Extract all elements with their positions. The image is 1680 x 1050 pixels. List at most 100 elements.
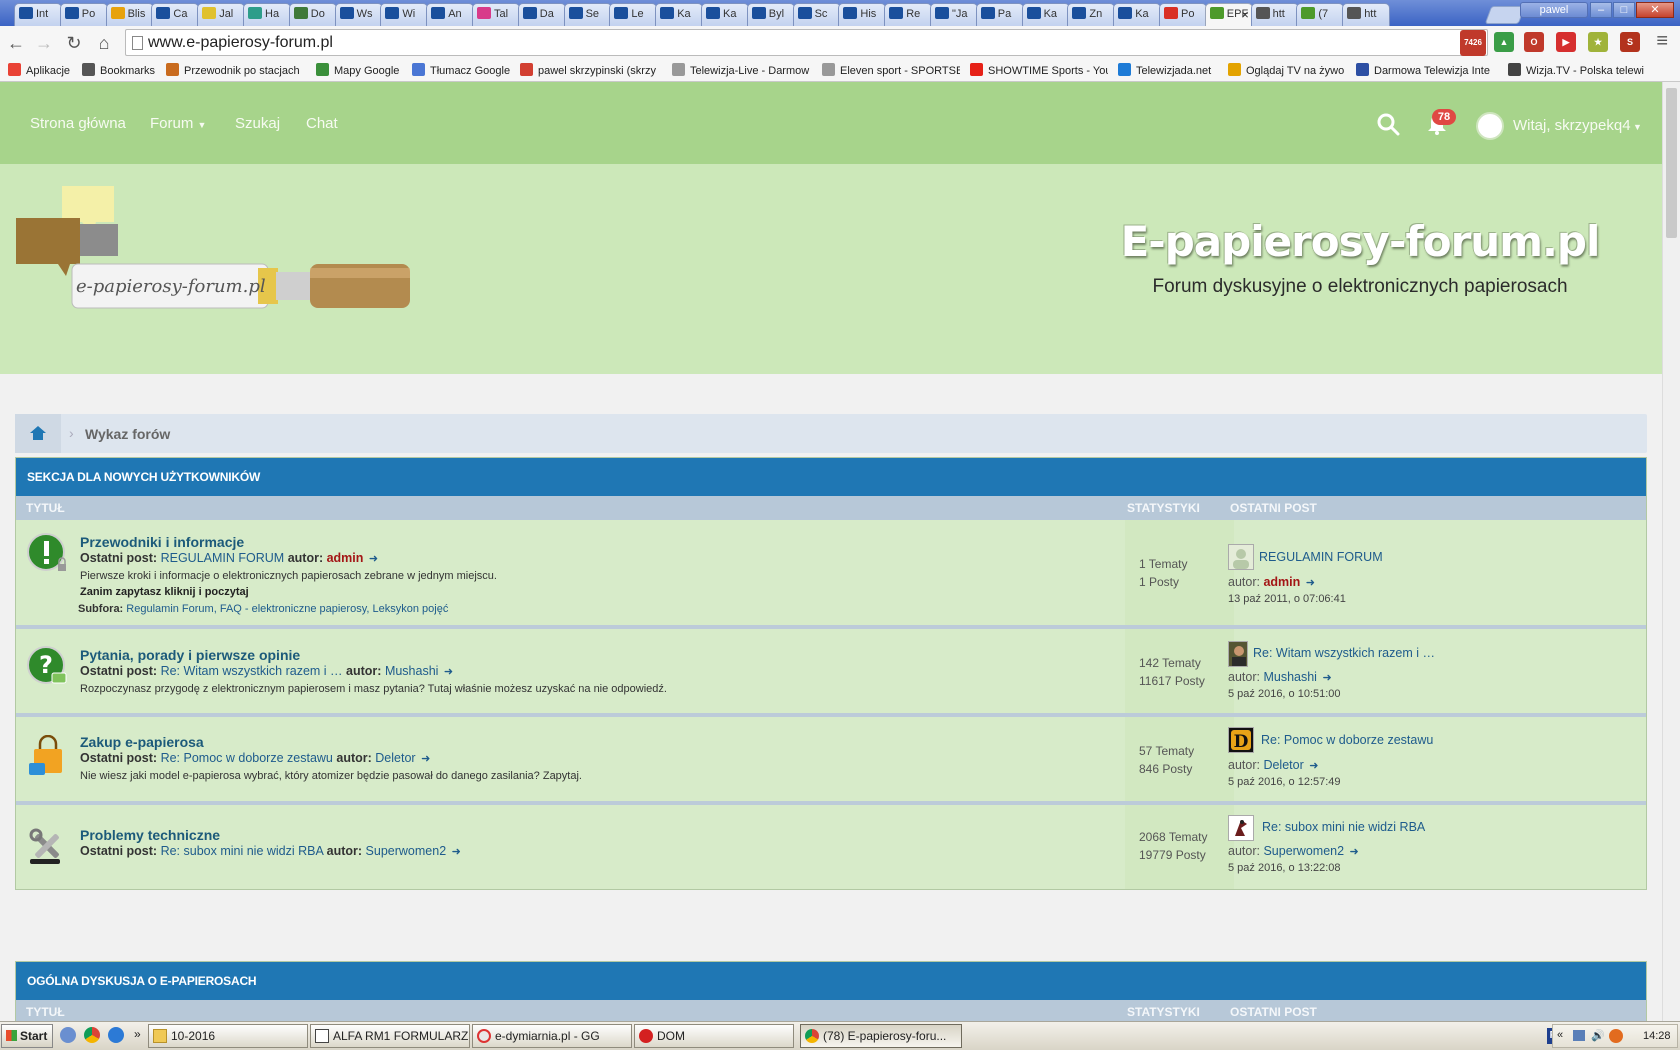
- category-title[interactable]: OGÓLNA DYSKUSJA O E-PAPIEROSACH: [16, 962, 1646, 1000]
- browser-tab[interactable]: Ka: [701, 3, 749, 26]
- close-window-button[interactable]: ✕: [1636, 2, 1674, 18]
- back-icon[interactable]: ←: [4, 32, 28, 54]
- nav-home-link[interactable]: Strona główna: [30, 115, 126, 132]
- last-post-link[interactable]: Re: Pomoc w doborze zestawu: [161, 751, 333, 765]
- browser-tab[interactable]: Po: [59, 3, 108, 26]
- last-post-link[interactable]: Re: Witam wszystkich razem i …: [161, 664, 343, 678]
- last-post-avatar[interactable]: D: [1228, 727, 1254, 753]
- browser-tab[interactable]: Ca: [151, 3, 200, 26]
- bookmark-item[interactable]: Darmowa Telewizja Inte: [1356, 63, 1496, 79]
- browser-tab[interactable]: Ka: [1113, 3, 1162, 26]
- last-post-link[interactable]: Re: subox mini nie widzi RBA: [161, 844, 324, 858]
- task-button[interactable]: 10-2016: [148, 1024, 308, 1048]
- chevron-right-icon[interactable]: »: [134, 1027, 141, 1041]
- puzzle-extension-icon[interactable]: ★: [1588, 32, 1608, 52]
- forum-title-link[interactable]: Zakup e-papierosa: [80, 734, 204, 750]
- browser-tab[interactable]: Jal: [197, 3, 246, 26]
- browser-tab[interactable]: Le: [609, 3, 658, 26]
- page-scrollbar[interactable]: [1662, 82, 1680, 1021]
- subforum-link[interactable]: Leksykon pojęć: [373, 603, 449, 615]
- forum-title-link[interactable]: Problemy techniczne: [80, 827, 220, 843]
- browser-tab[interactable]: Sc: [792, 3, 841, 26]
- browser-tab[interactable]: "Ja: [930, 3, 978, 26]
- browser-tab[interactable]: Re: [884, 3, 933, 26]
- user-avatar[interactable]: [1476, 112, 1504, 140]
- last-post-avatar[interactable]: [1228, 815, 1254, 841]
- browser-tab[interactable]: Se: [563, 3, 612, 26]
- browser-tab[interactable]: Ka: [655, 3, 704, 26]
- bookmark-item[interactable]: SHOWTIME Sports - You: [970, 63, 1108, 79]
- last-post-title-link[interactable]: Re: subox mini nie widzi RBA: [1262, 820, 1425, 834]
- last-post-title-link[interactable]: Re: Witam wszystkich razem i …: [1253, 646, 1435, 660]
- s-extension-icon[interactable]: S: [1620, 32, 1640, 52]
- subforum-link[interactable]: FAQ - elektroniczne papierosy: [220, 603, 367, 615]
- tab-close-icon[interactable]: ×: [1241, 4, 1249, 25]
- start-button[interactable]: Start: [1, 1024, 53, 1048]
- browser-tab[interactable]: Int: [14, 3, 62, 26]
- url-input[interactable]: [148, 32, 1448, 53]
- last-post-title-link[interactable]: REGULAMIN FORUM: [1259, 550, 1383, 564]
- browser-tab[interactable]: Do: [288, 3, 337, 26]
- bookmark-item[interactable]: Mapy Google: [316, 63, 406, 79]
- bookmark-item[interactable]: Tłumacz Google: [412, 63, 512, 79]
- nav-search-link[interactable]: Szukaj: [235, 115, 280, 132]
- site-logo[interactable]: e-papierosy-forum.pl: [14, 184, 444, 344]
- bookmark-item[interactable]: Bookmarks: [82, 63, 158, 79]
- goto-post-icon[interactable]: ➜: [444, 665, 453, 678]
- last-post-link[interactable]: REGULAMIN FORUM: [161, 551, 285, 565]
- security-icon[interactable]: [1609, 1029, 1623, 1043]
- goto-post-icon[interactable]: ➜: [421, 752, 430, 765]
- video-extension-icon[interactable]: ▶: [1556, 32, 1576, 52]
- category-title[interactable]: SEKCJA DLA NOWYCH UŻYTKOWNIKÓW: [16, 458, 1646, 496]
- goto-post-icon[interactable]: ➜: [1350, 845, 1359, 858]
- task-button[interactable]: e-dymiarnia.pl - GG: [472, 1024, 632, 1048]
- forward-icon[interactable]: →: [32, 32, 56, 54]
- browser-tab[interactable]: htt: [1250, 3, 1299, 26]
- bookmark-item[interactable]: Telewizja-Live - Darmow: [672, 63, 810, 79]
- browser-tab[interactable]: An: [426, 3, 475, 26]
- bookmark-item[interactable]: Eleven sport - SPORTSB: [822, 63, 960, 79]
- author-link[interactable]: admin: [327, 551, 364, 565]
- search-icon[interactable]: [1376, 112, 1400, 136]
- last-post-avatar[interactable]: [1228, 641, 1248, 667]
- browser-tab[interactable]: Blis: [105, 3, 154, 26]
- network-icon[interactable]: [1573, 1030, 1585, 1041]
- address-bar[interactable]: ☆: [125, 29, 1488, 56]
- browser-menu-icon[interactable]: ≡: [1656, 30, 1668, 53]
- last-post-author-link[interactable]: Superwomen2: [1263, 844, 1344, 858]
- forum-title-link[interactable]: Przewodniki i informacje: [80, 534, 244, 550]
- volume-icon[interactable]: 🔊: [1591, 1029, 1605, 1042]
- forum-title-link[interactable]: Pytania, porady i pierwsze opinie: [80, 647, 300, 663]
- task-button[interactable]: ALFA RM1 FORMULARZ ...: [310, 1024, 470, 1048]
- browser-tab[interactable]: His: [838, 3, 887, 26]
- task-button[interactable]: DOM: [634, 1024, 794, 1048]
- bookmark-item[interactable]: Aplikacje: [8, 63, 74, 79]
- last-post-author-link[interactable]: Deletor: [1263, 758, 1303, 772]
- ie-quicklaunch-icon[interactable]: [108, 1027, 124, 1043]
- goto-post-icon[interactable]: ➜: [452, 845, 461, 858]
- last-post-author-link[interactable]: admin: [1263, 575, 1300, 589]
- browser-tab[interactable]: Wi: [380, 3, 429, 26]
- browser-tab[interactable]: Ha: [243, 3, 291, 26]
- chrome-quicklaunch-icon[interactable]: [84, 1027, 100, 1043]
- browser-tab[interactable]: (7: [1296, 3, 1345, 26]
- breadcrumb-home[interactable]: [15, 414, 61, 453]
- scrollbar-thumb[interactable]: [1666, 88, 1677, 238]
- goto-post-icon[interactable]: ➜: [1309, 759, 1318, 772]
- subforum-link[interactable]: Regulamin Forum: [126, 603, 213, 615]
- task-button-active[interactable]: (78) E-papierosy-foru...: [800, 1024, 962, 1048]
- show-desktop-icon[interactable]: [60, 1027, 76, 1043]
- browser-tab[interactable]: Tal: [472, 3, 520, 26]
- minimize-button[interactable]: –: [1590, 2, 1612, 18]
- nav-chat-link[interactable]: Chat: [306, 115, 338, 132]
- browser-tab[interactable]: Zn: [1067, 3, 1116, 26]
- bookmark-item[interactable]: Telewizjada.net: [1118, 63, 1218, 79]
- drive-extension-icon[interactable]: ▲: [1494, 32, 1514, 52]
- browser-tab[interactable]: EPF ×: [1204, 3, 1253, 26]
- browser-tab[interactable]: Po: [1159, 3, 1207, 26]
- browser-tab[interactable]: Ka: [1021, 3, 1070, 26]
- author-link[interactable]: Superwomen2: [366, 844, 447, 858]
- profile-name[interactable]: pawel: [1520, 2, 1588, 18]
- gmail-extension-icon[interactable]: 7426: [1460, 30, 1486, 56]
- author-link[interactable]: Deletor: [375, 751, 415, 765]
